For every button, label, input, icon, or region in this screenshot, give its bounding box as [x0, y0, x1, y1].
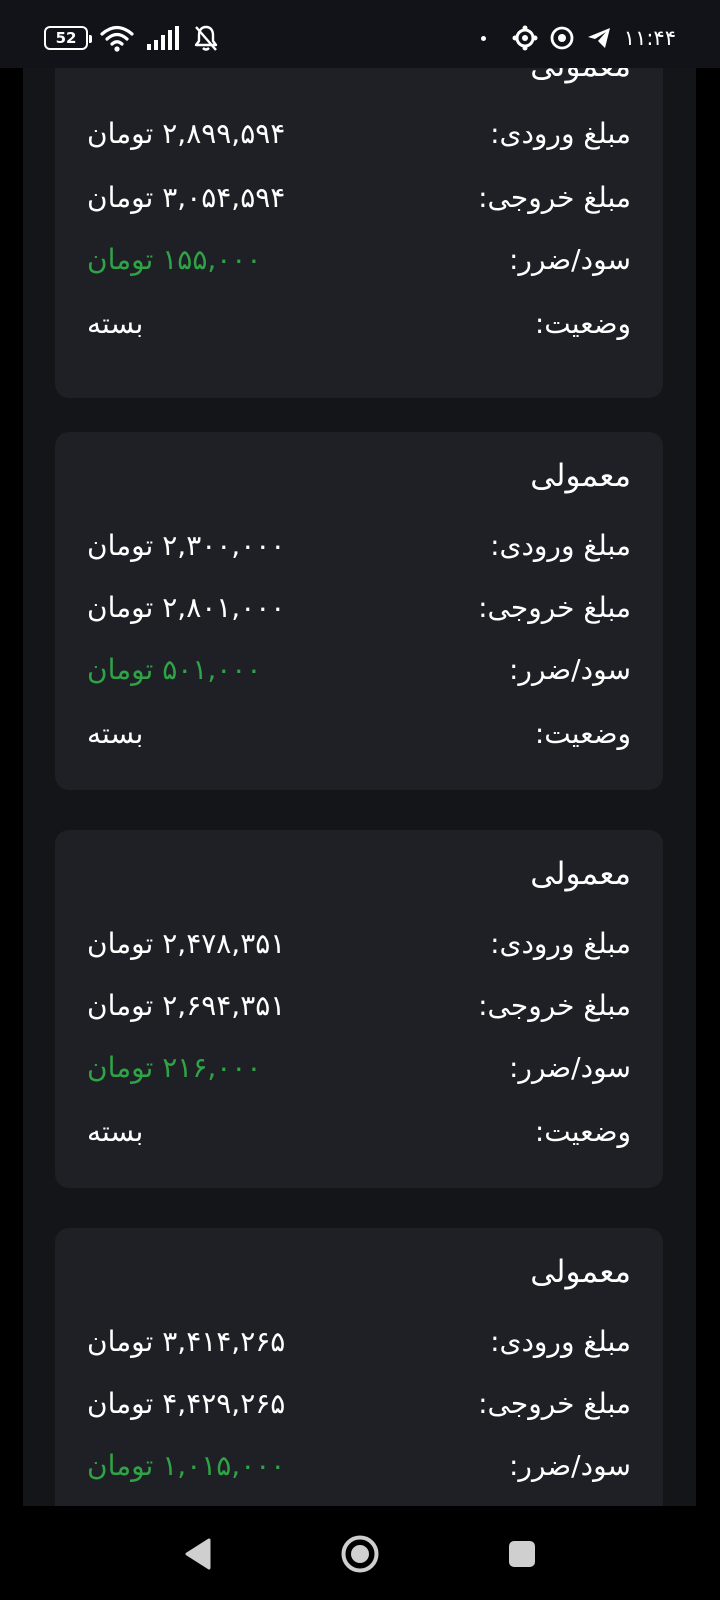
transaction-card[interactable]: معمولی مبلغ ورودی: ۲,۴۷۸,۳۵۱ تومان مبلغ … — [55, 830, 663, 1188]
profit-label: سود/ضرر: — [508, 652, 631, 686]
exit-row: مبلغ خروجی: ۴,۴۲۹,۲۶۵ تومان — [87, 1381, 631, 1425]
exit-value: ۴,۴۲۹,۲۶۵ تومان — [87, 1386, 286, 1420]
chrome-icon — [550, 26, 574, 50]
exit-row: مبلغ خروجی: ۳,۰۵۴,۵۹۴ تومان — [87, 175, 631, 219]
battery-level: 52 — [55, 29, 77, 47]
status-row: وضعیت: بسته — [87, 1109, 631, 1153]
back-triangle-icon — [185, 1538, 211, 1570]
transaction-card[interactable]: معمولی مبلغ ورودی: ۲,۸۹۹,۵۹۴ تومان مبلغ … — [55, 68, 663, 398]
status-value: بسته — [87, 716, 144, 750]
profit-row: سود/ضرر: ۱,۰۱۵,۰۰۰ تومان — [87, 1443, 631, 1487]
exit-value: ۳,۰۵۴,۵۹۴ تومان — [87, 180, 286, 214]
profit-value: ۲۱۶,۰۰۰ تومان — [87, 1050, 262, 1084]
profit-label: سود/ضرر: — [508, 1050, 631, 1084]
recents-button[interactable] — [500, 1532, 544, 1576]
recents-square-icon — [509, 1541, 535, 1567]
entry-row: مبلغ ورودی: ۲,۳۰۰,۰۰۰ تومان — [87, 523, 631, 567]
exit-label: مبلغ خروجی: — [478, 988, 631, 1022]
home-circle-icon — [341, 1535, 379, 1573]
entry-row: مبلغ ورودی: ۳,۴۱۴,۲۶۵ تومان — [87, 1319, 631, 1363]
profit-row: سود/ضرر: ۲۱۶,۰۰۰ تومان — [87, 1045, 631, 1089]
transactions-list[interactable]: معمولی مبلغ ورودی: ۲,۸۹۹,۵۹۴ تومان مبلغ … — [23, 68, 696, 1506]
status-row: وضعیت: بسته — [87, 301, 631, 345]
navigation-bar — [0, 1506, 720, 1600]
transaction-card[interactable]: معمولی مبلغ ورودی: ۳,۴۱۴,۲۶۵ تومان مبلغ … — [55, 1228, 663, 1506]
profit-label: سود/ضرر: — [508, 242, 631, 276]
entry-value: ۲,۸۹۹,۵۹۴ تومان — [87, 116, 286, 150]
status-left-icons: 52 — [44, 22, 220, 54]
entry-label: مبلغ ورودی: — [490, 528, 631, 562]
entry-row: مبلغ ورودی: ۲,۴۷۸,۳۵۱ تومان — [87, 921, 631, 965]
exit-label: مبلغ خروجی: — [478, 590, 631, 624]
card-title: معمولی — [530, 458, 631, 494]
bell-off-icon — [194, 25, 218, 51]
status-right-icons: ۱۱:۴۴ — [480, 22, 676, 54]
profit-value: ۵۰۱,۰۰۰ تومان — [87, 652, 262, 686]
status-label: وضعیت: — [534, 716, 631, 750]
exit-value: ۲,۸۰۱,۰۰۰ تومان — [87, 590, 286, 624]
entry-value: ۲,۴۷۸,۳۵۱ تومان — [87, 926, 286, 960]
profit-value: ۱۵۵,۰۰۰ تومان — [87, 242, 262, 276]
entry-label: مبلغ ورودی: — [490, 926, 631, 960]
card-title: معمولی — [530, 856, 631, 892]
status-row: وضعیت: بسته — [87, 711, 631, 755]
exit-label: مبلغ خروجی: — [478, 180, 631, 214]
signal-icon — [147, 26, 179, 50]
home-button[interactable] — [338, 1532, 382, 1576]
card-title: معمولی — [530, 68, 631, 84]
transaction-card[interactable]: معمولی مبلغ ورودی: ۲,۳۰۰,۰۰۰ تومان مبلغ … — [55, 432, 663, 790]
entry-value: ۳,۴۱۴,۲۶۵ تومان — [87, 1324, 286, 1358]
exit-row: مبلغ خروجی: ۲,۶۹۴,۳۵۱ تومان — [87, 983, 631, 1027]
exit-row: مبلغ خروجی: ۲,۸۰۱,۰۰۰ تومان — [87, 585, 631, 629]
back-button[interactable] — [176, 1532, 220, 1576]
status-value: بسته — [87, 1114, 144, 1148]
entry-value: ۲,۳۰۰,۰۰۰ تومان — [87, 528, 286, 562]
status-value: بسته — [87, 306, 144, 340]
entry-label: مبلغ ورودی: — [490, 116, 631, 150]
telegram-icon — [587, 28, 610, 48]
status-label: وضعیت: — [534, 306, 631, 340]
entry-label: مبلغ ورودی: — [490, 1324, 631, 1358]
status-bar: 52 ۱۱:۴۴ — [0, 0, 720, 68]
status-label: وضعیت: — [534, 1114, 631, 1148]
settings-app-icon — [512, 25, 538, 51]
profit-label: سود/ضرر: — [508, 1448, 631, 1482]
profit-row: سود/ضرر: ۱۵۵,۰۰۰ تومان — [87, 237, 631, 281]
battery-icon: 52 — [44, 26, 92, 50]
notification-dot-icon — [480, 35, 486, 41]
entry-row: مبلغ ورودی: ۲,۸۹۹,۵۹۴ تومان — [87, 111, 631, 155]
profit-value: ۱,۰۱۵,۰۰۰ تومان — [87, 1448, 286, 1482]
wifi-icon — [100, 25, 134, 52]
profit-row: سود/ضرر: ۵۰۱,۰۰۰ تومان — [87, 647, 631, 691]
exit-label: مبلغ خروجی: — [478, 1386, 631, 1420]
exit-value: ۲,۶۹۴,۳۵۱ تومان — [87, 988, 286, 1022]
status-time: ۱۱:۴۴ — [623, 26, 676, 50]
card-title: معمولی — [530, 1254, 631, 1290]
